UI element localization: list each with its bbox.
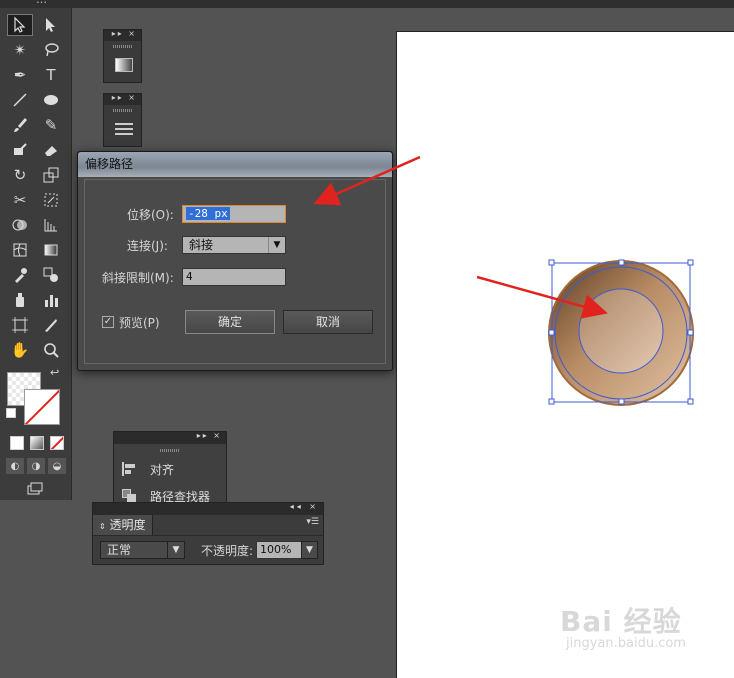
watermark-url: jingyan.baidu.com (566, 636, 686, 651)
donut-artwork[interactable] (548, 260, 694, 406)
watermark: Bai 经验 jingyan.baidu.com (560, 600, 686, 651)
canvas-overlay (313, 155, 694, 406)
watermark-brand: Bai 经验 (560, 605, 682, 638)
annotation-arrow-dialog (313, 155, 421, 206)
